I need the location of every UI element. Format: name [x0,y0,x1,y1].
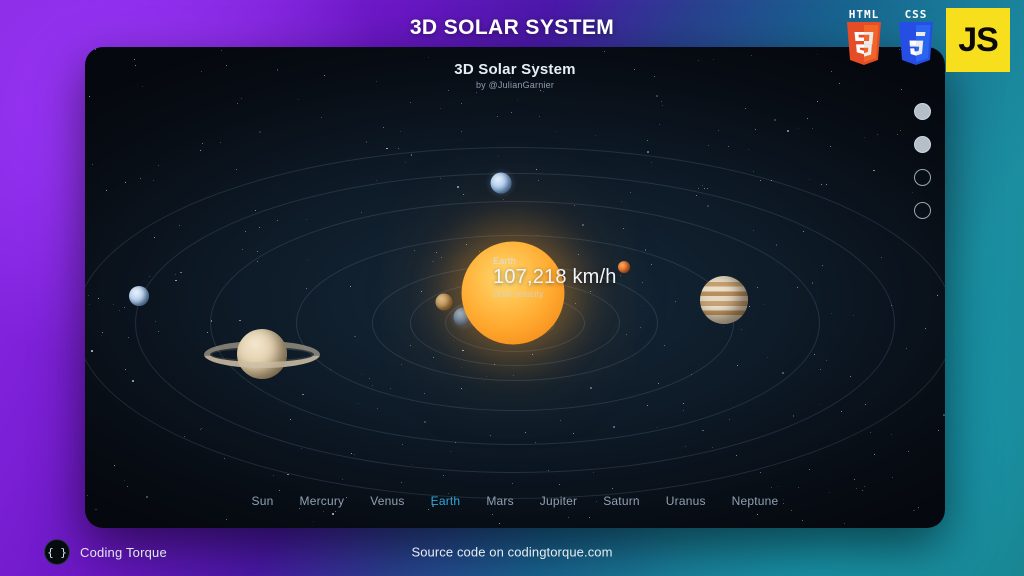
planet-uranus[interactable] [129,286,149,306]
css3-badge: CSS [894,8,938,68]
nav-item-uranus[interactable]: Uranus [666,494,706,508]
scene-title: 3D Solar System [454,61,576,78]
view-toggle-3[interactable] [914,169,931,186]
view-toggle-2[interactable] [914,136,931,153]
planet-navigation: Sun Mercury Venus Earth Mars Jupiter Saturn Ura… [85,494,945,508]
planet-jupiter[interactable] [700,276,748,324]
planet-mercury[interactable] [435,293,453,311]
view-toggles [914,103,931,219]
nav-item-earth[interactable]: Earth [431,494,461,508]
html5-badge: HTML [842,8,886,68]
planet-sun[interactable] [461,241,565,345]
footer-bar: { } Coding Torque Source code on codingt… [0,528,1024,576]
scene-author: by @JulianGarnier [475,80,555,90]
html5-shield-icon [844,22,884,68]
view-toggle-1[interactable] [914,103,931,120]
js-badge: JS [946,8,1010,72]
nav-item-venus[interactable]: Venus [370,494,404,508]
html5-badge-label: HTML [848,8,880,21]
nav-item-sun[interactable]: Sun [252,494,274,508]
nav-item-jupiter[interactable]: Jupiter [540,494,577,508]
nav-item-mars[interactable]: Mars [486,494,513,508]
nav-item-mercury[interactable]: Mercury [300,494,345,508]
saturn-body [237,329,287,379]
solar-system-app-card: 3D Solar System by @JulianGarnier Earth … [85,47,945,528]
tech-badges: HTML CSS JS [842,8,1010,72]
source-code-text: Source code on codingtorque.com [411,544,613,560]
css3-badge-label: CSS [904,8,928,21]
nav-item-neptune[interactable]: Neptune [732,494,779,508]
planet-layer [85,47,945,528]
js-badge-label: JS [958,20,999,59]
css3-shield-icon [896,22,936,68]
nav-item-saturn[interactable]: Saturn [603,494,640,508]
planet-saturn[interactable] [204,305,320,405]
planet-mars[interactable] [618,261,630,273]
scene-header: 3D Solar System by @JulianGarnier [85,61,945,90]
view-toggle-4[interactable] [914,202,931,219]
planet-neptune[interactable] [490,172,512,194]
